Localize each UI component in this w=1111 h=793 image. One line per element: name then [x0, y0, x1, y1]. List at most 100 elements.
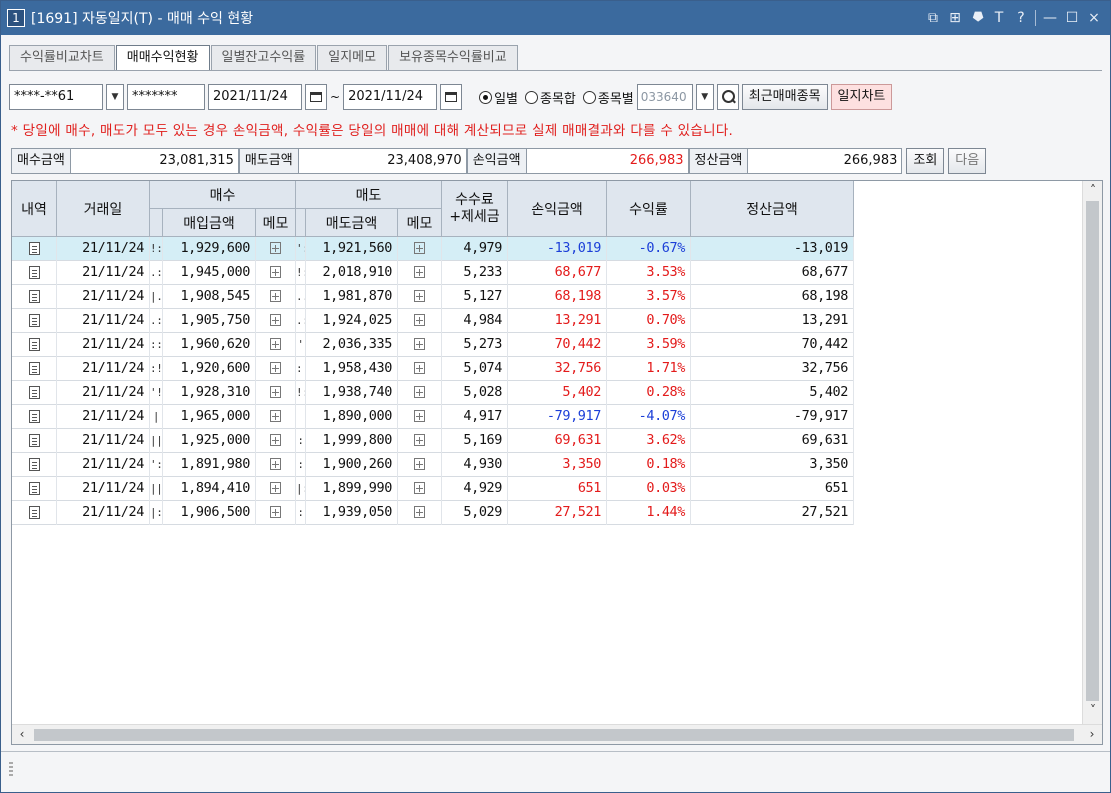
- link-window-icon[interactable]: ⊞: [947, 10, 963, 26]
- memo-add-icon[interactable]: [414, 434, 425, 446]
- tab-journal-memo[interactable]: 일지메모: [317, 45, 388, 71]
- stock-code-dropdown-icon[interactable]: ▼: [695, 84, 714, 110]
- scroll-down-icon[interactable]: ˅: [1083, 703, 1102, 717]
- scroll-right-icon[interactable]: ›: [1082, 727, 1102, 741]
- memo-add-icon[interactable]: [414, 338, 425, 350]
- detail-doc-icon[interactable]: [28, 338, 40, 351]
- detail-cell[interactable]: [12, 333, 57, 357]
- tab-trade-profit-status[interactable]: 매매수익현황: [115, 45, 210, 71]
- memo-cell[interactable]: [398, 429, 442, 453]
- col-sell-memo[interactable]: 메모: [398, 209, 442, 237]
- detail-doc-icon[interactable]: [28, 410, 40, 423]
- memo-add-icon[interactable]: [414, 458, 425, 470]
- table-row[interactable]: 21/11/24.:1,945,000!:2,018,9105,23368,67…: [12, 261, 854, 285]
- detail-doc-icon[interactable]: [28, 458, 40, 471]
- radio-by-stock[interactable]: 종목별: [582, 88, 634, 107]
- password-field[interactable]: *******: [127, 84, 205, 110]
- memo-cell[interactable]: [398, 381, 442, 405]
- memo-add-icon[interactable]: [270, 290, 281, 302]
- calendar-to-icon[interactable]: [440, 84, 463, 110]
- memo-cell[interactable]: [398, 477, 442, 501]
- table-row[interactable]: 21/11/24.:1,905,750.:1,924,0254,98413,29…: [12, 309, 854, 333]
- col-detail[interactable]: 내역: [12, 181, 57, 237]
- memo-cell[interactable]: [256, 453, 296, 477]
- tab-return-compare-chart[interactable]: 수익률비교차트: [9, 45, 115, 71]
- col-return-rate[interactable]: 수익률: [607, 181, 691, 237]
- col-profit-amount[interactable]: 손익금액: [508, 181, 607, 237]
- restore-layout-icon[interactable]: ⧉: [925, 10, 941, 26]
- scroll-up-icon[interactable]: ˄: [1083, 183, 1102, 197]
- tab-holding-return-compare[interactable]: 보유종목수익률비교: [388, 45, 518, 71]
- memo-cell[interactable]: [398, 261, 442, 285]
- memo-cell[interactable]: [398, 405, 442, 429]
- resize-grip-icon[interactable]: [9, 762, 13, 776]
- account-field[interactable]: ****-**61: [9, 84, 103, 110]
- memo-cell[interactable]: [256, 333, 296, 357]
- memo-cell[interactable]: [398, 237, 442, 261]
- detail-cell[interactable]: [12, 429, 57, 453]
- window-number-badge[interactable]: 1: [7, 9, 25, 27]
- memo-cell[interactable]: [256, 237, 296, 261]
- next-button[interactable]: 다음: [948, 148, 987, 174]
- memo-cell[interactable]: [398, 333, 442, 357]
- memo-add-icon[interactable]: [414, 362, 425, 374]
- detail-cell[interactable]: [12, 285, 57, 309]
- memo-cell[interactable]: [398, 453, 442, 477]
- radio-daily[interactable]: 일별: [479, 88, 518, 107]
- detail-cell[interactable]: [12, 309, 57, 333]
- detail-cell[interactable]: [12, 381, 57, 405]
- memo-add-icon[interactable]: [414, 266, 425, 278]
- account-dropdown-icon[interactable]: ▼: [106, 84, 124, 110]
- memo-add-icon[interactable]: [270, 482, 281, 494]
- maximize-icon[interactable]: ☐: [1064, 10, 1080, 26]
- memo-cell[interactable]: [256, 501, 296, 525]
- horizontal-scrollbar[interactable]: ‹ ›: [12, 724, 1102, 744]
- col-settle-amount[interactable]: 정산금액: [691, 181, 854, 237]
- memo-add-icon[interactable]: [414, 314, 425, 326]
- memo-cell[interactable]: [256, 309, 296, 333]
- detail-doc-icon[interactable]: [28, 290, 40, 303]
- font-size-icon[interactable]: T: [991, 10, 1007, 26]
- col-sell-hidden[interactable]: [296, 209, 306, 237]
- horizontal-scroll-thumb[interactable]: [34, 729, 1074, 741]
- col-trade-date[interactable]: 거래일: [57, 181, 150, 237]
- radio-stock-sum[interactable]: 종목합: [524, 88, 576, 107]
- memo-add-icon[interactable]: [270, 338, 281, 350]
- title-bar[interactable]: 1 [1691] 자동일지(T) - 매매 수익 현황 ⧉ ⊞ ⯂ T ? — …: [1, 1, 1110, 35]
- memo-cell[interactable]: [256, 285, 296, 309]
- trade-grid[interactable]: 내역 거래일 매수 매입금액 메모 매도 매도금액 메모 수수료 +제세금 손익…: [11, 180, 1103, 745]
- detail-doc-icon[interactable]: [28, 266, 40, 279]
- detail-cell[interactable]: [12, 405, 57, 429]
- recent-trades-button[interactable]: 최근매매종목: [741, 84, 828, 110]
- detail-doc-icon[interactable]: [28, 386, 40, 399]
- memo-add-icon[interactable]: [270, 266, 281, 278]
- table-row[interactable]: 21/11/24 ': 1,891,980:1,900,260 4,930 3,350 0…: [12, 453, 854, 477]
- detail-cell[interactable]: [12, 237, 57, 261]
- memo-cell[interactable]: [398, 357, 442, 381]
- detail-cell[interactable]: [12, 261, 57, 285]
- memo-add-icon[interactable]: [414, 482, 425, 494]
- tab-daily-balance-return[interactable]: 일별잔고수익률: [210, 45, 317, 71]
- close-icon[interactable]: ×: [1086, 10, 1102, 26]
- table-row[interactable]: 21/11/24'!1,928,310!:1,938,7405,0285,402…: [12, 381, 854, 405]
- memo-cell[interactable]: [256, 429, 296, 453]
- memo-cell[interactable]: [256, 261, 296, 285]
- memo-add-icon[interactable]: [270, 386, 281, 398]
- table-row[interactable]: 21/11/24 |: 1,906,500:1,939,050 5,029 27,521…: [12, 501, 854, 525]
- journal-chart-button[interactable]: 일지차트: [830, 84, 893, 110]
- memo-cell[interactable]: [398, 309, 442, 333]
- date-to-field[interactable]: 2021/11/24: [343, 84, 438, 110]
- table-row[interactable]: 21/11/24 | 1,965,000 1,890,000 4,917 -79,917-…: [12, 405, 854, 429]
- detail-doc-icon[interactable]: [28, 506, 40, 519]
- col-sell-amount[interactable]: 매도금액: [306, 209, 398, 237]
- col-buy-memo[interactable]: 메모: [256, 209, 296, 237]
- memo-cell[interactable]: [256, 405, 296, 429]
- detail-doc-icon[interactable]: [28, 242, 40, 255]
- calendar-from-icon[interactable]: [305, 84, 327, 110]
- memo-add-icon[interactable]: [414, 410, 425, 422]
- table-row[interactable]: 21/11/24:: 1,960,620 ' 2,036,335 5,273 70,442…: [12, 333, 854, 357]
- table-row[interactable]: 21/11/24||1,894,410|:1,899,9904,9296510.…: [12, 477, 854, 501]
- vertical-scrollbar[interactable]: ˄ ˅: [1082, 181, 1102, 725]
- col-buy-amount[interactable]: 매입금액: [163, 209, 256, 237]
- memo-cell[interactable]: [256, 357, 296, 381]
